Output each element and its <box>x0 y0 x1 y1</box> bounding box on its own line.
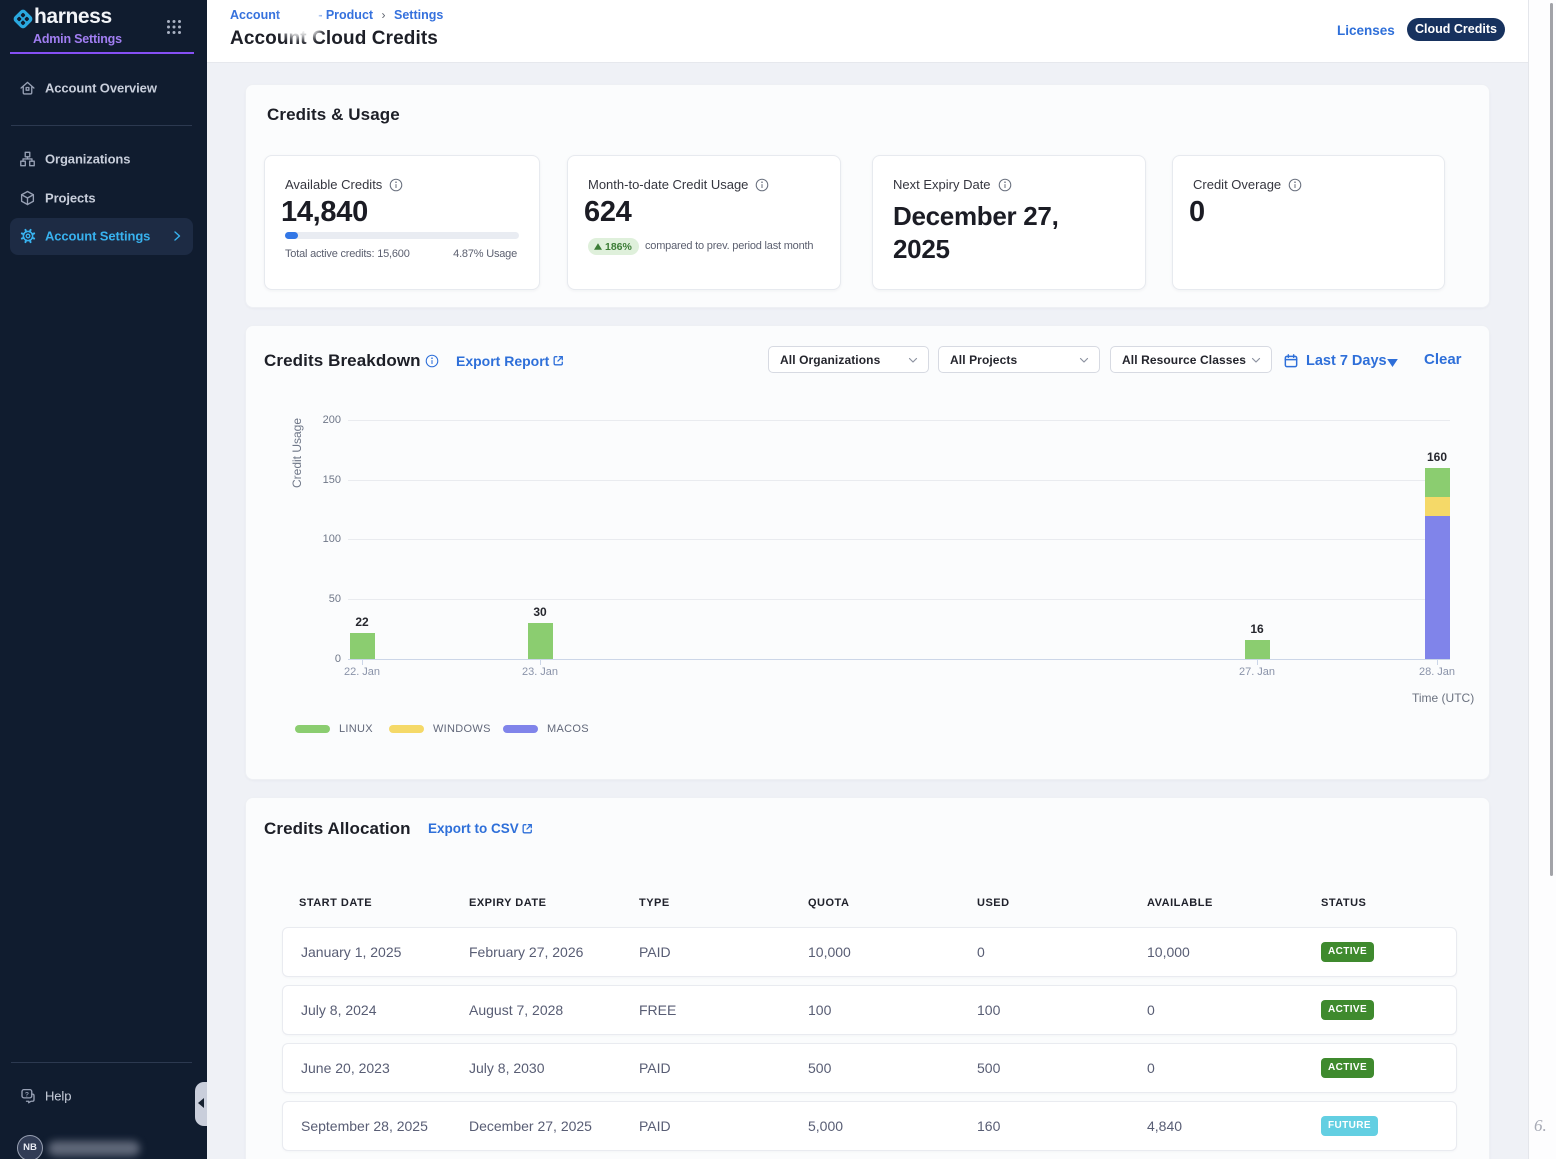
svg-text:?: ? <box>25 1091 29 1098</box>
